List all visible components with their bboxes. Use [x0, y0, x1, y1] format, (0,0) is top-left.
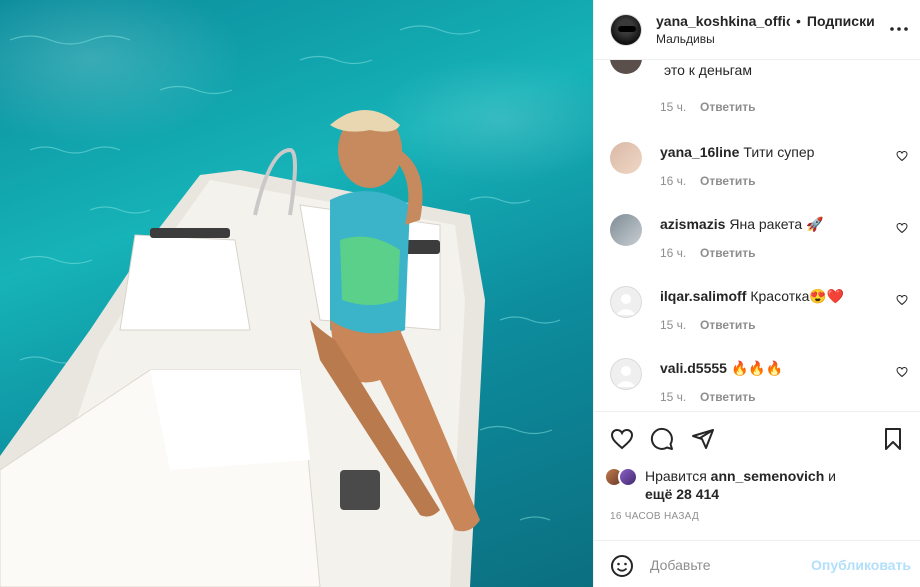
comment-avatar[interactable] [610, 358, 642, 390]
default-avatar-icon [616, 294, 636, 315]
comment-text: это к деньгам [660, 61, 880, 79]
comment-meta: 16 ч. Ответить [660, 174, 755, 188]
following-button[interactable]: Подписки [807, 13, 875, 29]
boat-illustration [0, 110, 485, 587]
comment-meta: 15 ч. Ответить [660, 318, 755, 332]
comment-meta: 16 ч. Ответить [660, 246, 755, 260]
post-date[interactable]: 16 ЧАСОВ НАЗАД [610, 511, 699, 522]
comments-list[interactable]: это к деньгам 15 ч. Ответить yana_16line… [594, 60, 920, 412]
reply-button[interactable]: Ответить [700, 390, 755, 404]
comment-avatar[interactable] [610, 214, 642, 246]
more-icon [890, 27, 908, 31]
likes-prefix: Нравится [645, 468, 707, 484]
reply-button[interactable]: Ответить [700, 174, 755, 188]
reply-button[interactable]: Ответить [700, 100, 755, 114]
comment-time[interactable]: 16 ч. [660, 174, 700, 188]
add-comment-bar: Опубликовать [594, 540, 920, 587]
comment-message: Яна ракета 🚀 [729, 216, 824, 232]
bookmark-icon[interactable] [881, 427, 905, 451]
heart-icon[interactable] [896, 150, 908, 162]
comment-text: azismazis Яна ракета 🚀 [660, 215, 880, 233]
comment-avatar[interactable] [610, 142, 642, 174]
post-location[interactable]: Мальдивы [656, 32, 875, 46]
comment-avatar[interactable] [610, 60, 642, 74]
default-avatar-icon [616, 366, 636, 387]
comment-time[interactable]: 16 ч. [660, 246, 700, 260]
post-sidebar: yana_koshkina_offic • Подписки Мальдивы … [593, 0, 920, 587]
emoji-icon[interactable] [610, 554, 634, 578]
comment-meta: 15 ч. Ответить [660, 100, 755, 114]
comment-message: 🔥🔥🔥 [730, 360, 784, 376]
likes-count[interactable]: ещё 28 414 [645, 486, 719, 502]
comment-time[interactable]: 15 ч. [660, 318, 700, 332]
comment-text: ilqar.salimoff Красотка😍❤️ [660, 287, 880, 305]
publish-button[interactable]: Опубликовать [811, 557, 911, 573]
author-avatar[interactable] [610, 13, 642, 46]
author-info: yana_koshkina_offic • Подписки Мальдивы [656, 13, 875, 46]
liker-avatar[interactable] [618, 467, 638, 487]
post-actions [594, 424, 920, 454]
post-dialog: yana_koshkina_offic • Подписки Мальдивы … [0, 0, 920, 587]
author-username[interactable]: yana_koshkina_offic [656, 13, 790, 29]
author-row: yana_koshkina_offic • Подписки [656, 13, 875, 29]
send-icon[interactable] [691, 427, 715, 451]
post-photo[interactable] [0, 0, 593, 587]
header-separator: • [796, 13, 801, 29]
heart-icon[interactable] [896, 294, 908, 306]
comment-time[interactable]: 15 ч. [660, 100, 700, 114]
comment-username[interactable]: azismazis [660, 216, 725, 232]
reply-button[interactable]: Ответить [700, 246, 755, 260]
comment-message: Тити супер [743, 144, 815, 160]
comment-text: vali.d5555 🔥🔥🔥 [660, 359, 880, 377]
comment-input[interactable] [650, 555, 800, 575]
comment-username[interactable]: vali.d5555 [660, 360, 727, 376]
comment-avatar[interactable] [610, 286, 642, 318]
likes-conj: и [828, 468, 836, 484]
likes-text: Нравится ann_semenovich и ещё 28 414 [645, 467, 865, 503]
liker-username[interactable]: ann_semenovich [711, 468, 825, 484]
heart-icon[interactable] [896, 366, 908, 378]
comment-meta: 15 ч. Ответить [660, 390, 755, 404]
comment-message: это к деньгам [664, 62, 752, 78]
comment-text: yana_16line Тити супер [660, 143, 880, 161]
more-options-button[interactable] [889, 19, 909, 39]
comment-time[interactable]: 15 ч. [660, 390, 700, 404]
heart-icon[interactable] [610, 427, 634, 451]
comment-icon[interactable] [650, 427, 674, 451]
comment-username[interactable]: ilqar.salimoff [660, 288, 746, 304]
heart-icon[interactable] [896, 222, 908, 234]
comment-message: Красотка😍❤️ [750, 288, 845, 304]
reply-button[interactable]: Ответить [700, 318, 755, 332]
comment-username[interactable]: yana_16line [660, 144, 739, 160]
post-header: yana_koshkina_offic • Подписки Мальдивы [594, 0, 920, 60]
